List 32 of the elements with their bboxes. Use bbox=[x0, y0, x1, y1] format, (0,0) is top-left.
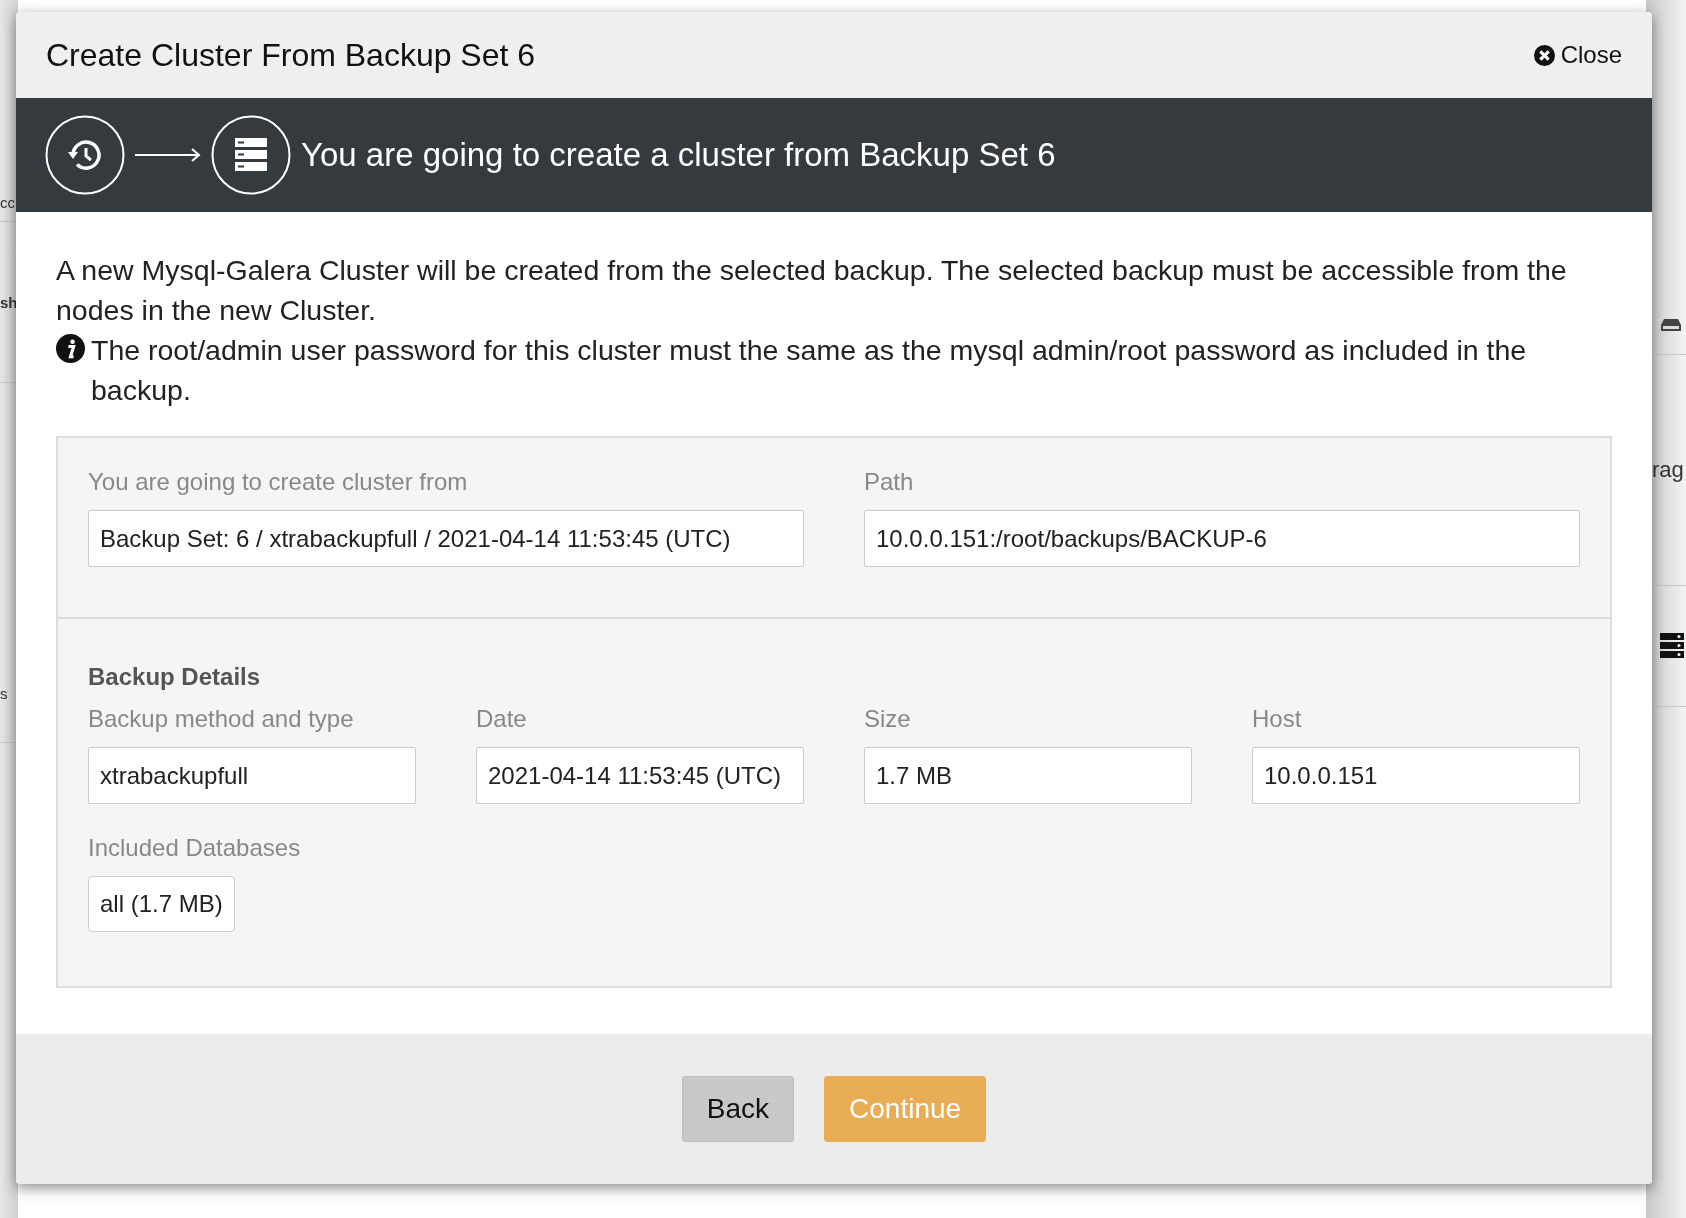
background-text: cc bbox=[0, 194, 15, 211]
server-icon bbox=[1660, 633, 1684, 659]
database-tag: all (1.7 MB) bbox=[88, 876, 235, 932]
field-label: Date bbox=[476, 705, 528, 733]
field-label: Path bbox=[864, 468, 915, 496]
intro-text: A new Mysql-Galera Cluster will be created from the selected backup. The selected backup must be accessible from the nodes in the new Cluster. bbox=[56, 253, 1568, 328]
background-text: rag bbox=[1652, 457, 1684, 483]
input-field[interactable]: 10.0.0.151 bbox=[1252, 747, 1580, 804]
input-field[interactable]: 10.0.0.151:/root/backups/BACKUP-6 bbox=[864, 510, 1580, 567]
server-icon bbox=[211, 115, 291, 195]
input-field[interactable]: 2021-04-14 11:53:45 (UTC) bbox=[476, 747, 804, 804]
section-heading: Backup Details bbox=[88, 663, 261, 691]
field-label: Size bbox=[864, 705, 912, 733]
info-icon bbox=[56, 334, 85, 363]
background-text: sh bbox=[0, 293, 18, 311]
arrow-icon bbox=[135, 148, 201, 162]
close-icon bbox=[1533, 44, 1555, 66]
note-text: The root/admin user password for this cluster must the same as the mysql admin/root password as included in the backup. bbox=[91, 333, 1528, 408]
dialog-title: Create Cluster From Backup Set 6 bbox=[46, 36, 536, 74]
banner-text: You are going to create a cluster from Backup Set 6 bbox=[301, 136, 1056, 174]
field-label: You are going to create cluster from bbox=[88, 468, 469, 496]
back-button[interactable]: Back bbox=[681, 1076, 795, 1142]
drive-icon bbox=[1660, 318, 1682, 332]
input-field[interactable]: 1.7 MB bbox=[864, 747, 1192, 804]
history-icon bbox=[45, 115, 125, 195]
field-label: Included Databases bbox=[88, 834, 301, 862]
field-label: Host bbox=[1252, 705, 1303, 733]
close-button[interactable]: Close bbox=[1533, 41, 1622, 69]
background-text: s bbox=[0, 685, 8, 702]
field-label: Backup method and type bbox=[88, 705, 355, 733]
input-field[interactable]: Backup Set: 6 / xtrabackupfull / 2021-04-14 11:53:45 (UTC) bbox=[88, 510, 804, 567]
input-field[interactable]: xtrabackupfull bbox=[88, 747, 416, 804]
